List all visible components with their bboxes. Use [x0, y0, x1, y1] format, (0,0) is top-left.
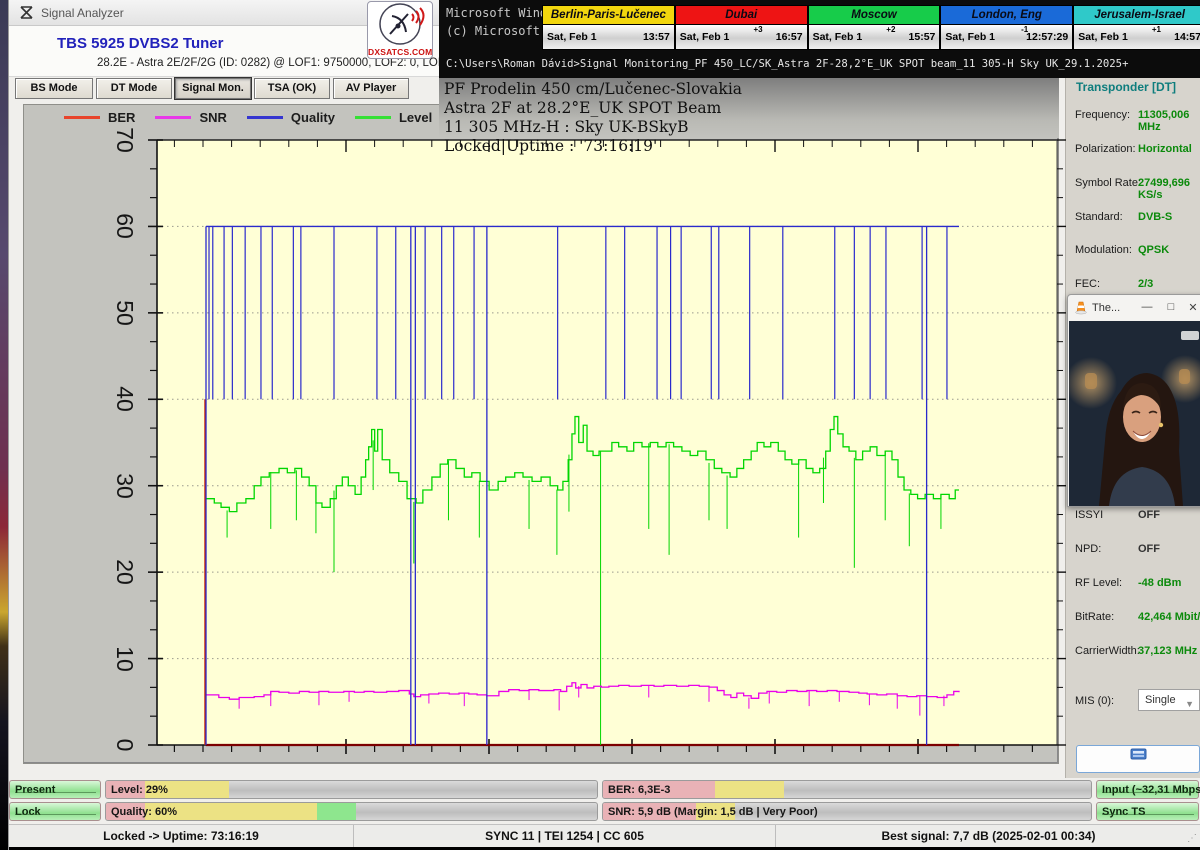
close-icon[interactable]: ✕ — [1186, 301, 1200, 314]
transponder-row: NPD:OFF — [1066, 540, 1200, 560]
vlc-player-window[interactable]: The... — □ ✕ — [1067, 294, 1200, 507]
window-title: Signal Analyzer — [41, 6, 124, 20]
resize-grip[interactable]: ⋰ — [1187, 833, 1199, 845]
panel-action-button[interactable] — [1076, 745, 1200, 773]
tab-bs-mode[interactable]: BS Mode — [15, 78, 93, 99]
level-line-swatch — [355, 116, 391, 119]
ber-line-swatch — [64, 116, 100, 119]
legend-item-level: Level — [355, 110, 432, 125]
clock-moscow: Moscow Sat, Feb 1+215:57 — [809, 6, 942, 49]
y-axis-tick-label: 30 — [110, 471, 140, 501]
terminal-line: Microsoft Wind — [446, 6, 547, 20]
clock-jerusalem: Jerusalem-Israel Sat, Feb 1+114:57 — [1074, 6, 1200, 49]
mis-dropdown[interactable]: Single▼ — [1138, 689, 1200, 711]
monitor-icon — [1130, 748, 1147, 763]
terminal-prompt: C:\Users\Roman Dávid>Signal Monitoring_P… — [446, 58, 1128, 70]
antenna-icon — [19, 5, 35, 21]
transponder-row: FEC:2/3 — [1066, 275, 1200, 295]
y-axis-tick-label: 10 — [110, 644, 140, 674]
legend-item-ber: BER — [64, 110, 135, 125]
tab-tsa[interactable]: TSA (OK) — [254, 78, 330, 99]
ber-meter: BER: 6,3E-3 — [602, 780, 1092, 799]
chart-legend: BER SNR Quality Level — [64, 110, 432, 125]
legend-item-snr: SNR — [155, 110, 226, 125]
y-axis-tick-label: 70 — [110, 125, 140, 155]
transponder-row: CarrierWidth:37,123 MHz — [1066, 642, 1200, 662]
transponder-row: BitRate:42,464 Mbit/s — [1066, 608, 1200, 628]
snr-line-swatch — [155, 116, 191, 119]
input-badge: Input (~32,31 Mbps) — [1096, 780, 1199, 799]
meter-zone — [715, 781, 783, 798]
tab-av-player[interactable]: AV Player — [333, 78, 409, 99]
y-axis-tick-label: 50 — [110, 298, 140, 328]
transponder-row: Frequency:11305,006 MHz — [1066, 106, 1200, 126]
level-meter: Level: 29% — [105, 780, 598, 799]
vlc-title: The... — [1092, 302, 1120, 314]
statusbar-best-signal: Best signal: 7,7 dB (2025-02-01 00:34) — [776, 825, 1200, 847]
y-axis-tick-label: 0 — [110, 730, 140, 760]
clock-berlin: Berlin-Paris-Lučenec Sat, Feb 113:57 — [543, 6, 676, 49]
snr-meter: SNR: 5,9 dB (Margin: 1,5 dB | Very Poor) — [602, 802, 1092, 821]
tab-dt-mode[interactable]: DT Mode — [96, 78, 172, 99]
signal-chart — [143, 126, 1071, 759]
transponder-row: RF Level:-48 dBm — [1066, 574, 1200, 594]
y-axis-tick-label: 40 — [110, 384, 140, 414]
sync-ts-badge: Sync TS — [1096, 802, 1199, 821]
desktop-edge — [0, 0, 8, 850]
transponder-row: Symbol Rate:27499,696 KS/s — [1066, 174, 1200, 194]
lock-badge: Lock — [9, 802, 101, 821]
mis-row: MIS (0): Single▼ — [1066, 692, 1200, 712]
dxsatcs-logo: DXSATCS.COM — [367, 1, 433, 59]
world-clock-panel: Berlin-Paris-Lučenec Sat, Feb 113:57 Dub… — [542, 5, 1200, 50]
quality-meter: Quality: 60% — [105, 802, 598, 821]
transponder-row: Modulation:QPSK — [1066, 241, 1200, 261]
clock-london: London, Eng Sat, Feb 1-112:57:29 — [941, 6, 1074, 49]
transponder-title: Transponder [DT] — [1076, 80, 1176, 94]
statusbar-sync: SYNC 11 | TEI 1254 | CC 605 — [354, 825, 776, 847]
tab-signal-mon[interactable]: Signal Mon. — [175, 78, 251, 99]
video-still-portrait — [1069, 321, 1200, 506]
screen: Signal Analyzer TBS 5925 DVBS2 Tuner 28.… — [0, 0, 1200, 850]
quality-line-swatch — [247, 116, 283, 119]
present-badge: Present — [9, 780, 101, 799]
terminal-line: (c) Microsoft — [446, 24, 540, 38]
chevron-down-icon: ▼ — [1185, 694, 1194, 714]
legend-item-quality: Quality — [247, 110, 335, 125]
minimize-icon[interactable]: — — [1140, 301, 1154, 313]
vlc-titlebar[interactable]: The... — □ ✕ — [1068, 295, 1200, 321]
logo-text: DXSATCS.COM — [368, 47, 432, 57]
transponder-row: Polarization:Horizontal — [1066, 140, 1200, 160]
statusbar: Locked -> Uptime: 73:16:19 SYNC 11 | TEI… — [9, 824, 1200, 847]
transponder-row: ISSYIOFF — [1066, 506, 1200, 526]
maximize-icon[interactable]: □ — [1164, 301, 1178, 313]
vlc-video-frame[interactable] — [1069, 321, 1200, 506]
vlc-cone-icon — [1074, 301, 1088, 315]
satellite-dish-icon — [368, 2, 432, 46]
y-axis-tick-label: 20 — [110, 557, 140, 587]
y-axis-tick-label: 60 — [110, 211, 140, 241]
channel-logo — [1181, 331, 1199, 340]
device-title: TBS 5925 DVBS2 Tuner — [57, 35, 223, 52]
statusbar-uptime: Locked -> Uptime: 73:16:19 — [9, 825, 354, 847]
transponder-row: Standard:DVB-S — [1066, 208, 1200, 228]
chart-annotation: PF Prodelin 450 cm/Lučenec-SlovakiaAstra… — [444, 80, 742, 156]
signal-analyzer-window: Signal Analyzer TBS 5925 DVBS2 Tuner 28.… — [8, 0, 1200, 850]
clock-dubai: Dubai Sat, Feb 1+316:57 — [676, 6, 809, 49]
meter-zone — [317, 803, 356, 820]
